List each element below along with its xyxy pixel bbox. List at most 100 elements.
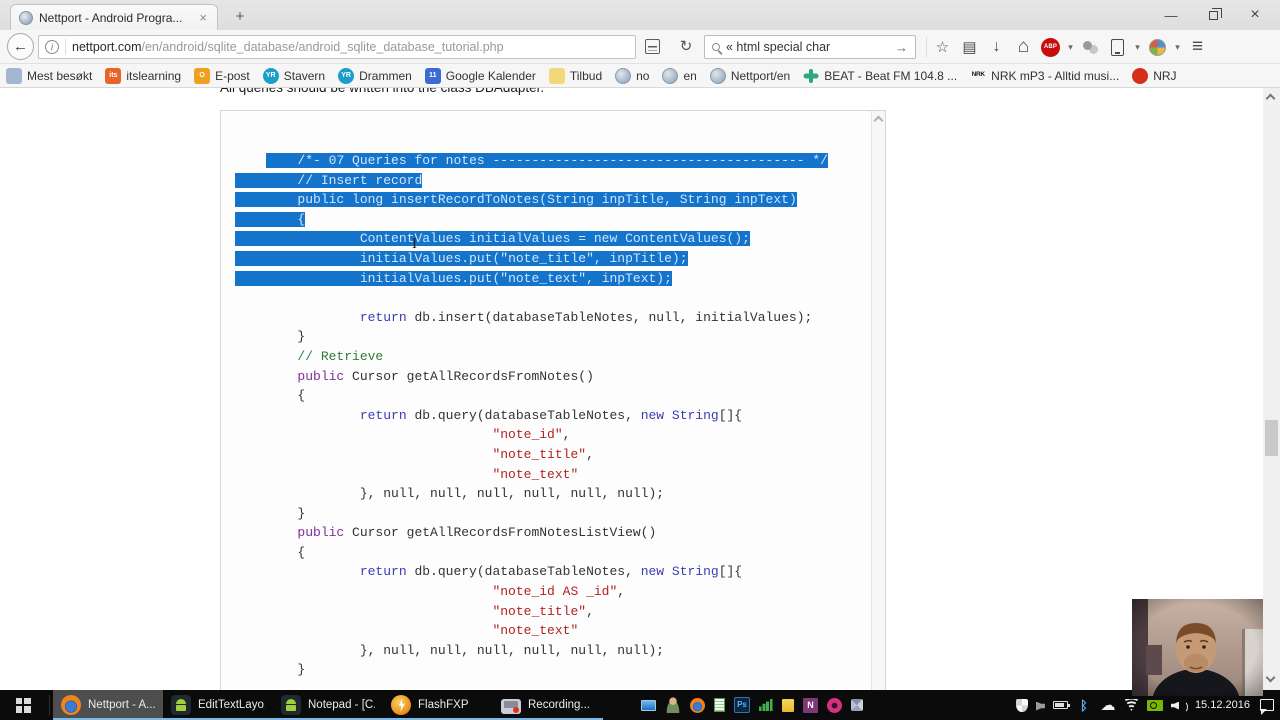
bookmark-item[interactable]: YR Stavern xyxy=(262,67,325,84)
bookmark-label: E-post xyxy=(215,68,250,83)
back-button[interactable]: ← xyxy=(7,33,34,60)
refresh-button[interactable]: ↻ xyxy=(674,35,698,59)
notepad-tray-icon[interactable] xyxy=(714,698,725,712)
recording-icon xyxy=(501,698,521,714)
flashfxp-icon xyxy=(391,695,411,715)
screenshot-tool-icon-shape xyxy=(1111,38,1124,56)
action-center-icon[interactable] xyxy=(1260,699,1274,715)
bookmark-star-icon[interactable]: ☆ xyxy=(929,34,956,61)
outlook-icon: O xyxy=(194,67,211,84)
sticky-note-icon[interactable] xyxy=(782,698,794,712)
code-line: "note_title", xyxy=(492,603,594,619)
screenshot-tool-icon[interactable] xyxy=(1104,34,1131,61)
reader-mode-icon[interactable] xyxy=(645,39,660,54)
defender-shield-icon[interactable] xyxy=(1015,698,1028,712)
firefox-tray-icon[interactable] xyxy=(690,697,705,713)
taskbar-app-nettport-a[interactable]: Nettport - A... xyxy=(53,690,163,720)
volume-icon[interactable] xyxy=(1171,699,1188,713)
bookmark-item[interactable]: O E-post xyxy=(194,67,250,84)
downloads-icon[interactable]: ↓ xyxy=(983,34,1010,61)
onenote-icon[interactable]: N xyxy=(803,697,818,713)
search-go-icon[interactable]: → xyxy=(895,40,908,55)
site-info-icon[interactable]: i xyxy=(45,40,59,54)
code-line: "note_title", xyxy=(492,446,594,462)
code-line: "note_text" xyxy=(492,466,579,482)
taskbar-middle-icons: Ps N xyxy=(641,697,863,713)
translate-globe-icon[interactable] xyxy=(1144,34,1171,61)
bookmark-item[interactable]: no xyxy=(615,67,649,84)
url-bar[interactable]: i nettport.com/en/android/sqlite_databas… xyxy=(38,35,636,59)
adblock-plus-icon[interactable]: ABP xyxy=(1037,34,1064,61)
bookmark-item[interactable]: its itslearning xyxy=(105,67,181,84)
ghostery-icon-shape xyxy=(1083,40,1092,50)
selected-text: // Insert record xyxy=(235,172,423,188)
audio-device-icon[interactable] xyxy=(1035,701,1045,711)
search-input[interactable]: « html special char → xyxy=(704,35,916,59)
scroll-down-icon[interactable] xyxy=(1265,672,1276,683)
bookmark-item[interactable]: Mest besøkt xyxy=(6,67,92,84)
photoshop-icon[interactable]: Ps xyxy=(734,697,750,713)
menu-icon[interactable]: ≡ xyxy=(1184,34,1211,61)
adblock-caret-icon[interactable]: ▾ xyxy=(1064,34,1077,61)
code-scroll-up-icon[interactable] xyxy=(873,115,884,126)
onedrive-cloud-icon[interactable]: ☁ xyxy=(1100,697,1116,713)
bookmark-item[interactable]: BEAT - Beat FM 104.8 ... xyxy=(803,68,957,84)
scroll-up-icon[interactable] xyxy=(1265,93,1276,104)
minimize-button[interactable]: — xyxy=(1150,0,1192,30)
bookmark-item[interactable]: en xyxy=(662,67,697,84)
nrj-icon xyxy=(1132,67,1149,84)
remote-monitor-icon[interactable] xyxy=(641,699,656,711)
translate-caret-icon[interactable]: ▾ xyxy=(1171,34,1184,61)
bookmark-item[interactable]: YR Drammen xyxy=(338,67,412,84)
bookmark-item[interactable]: 11 Google Kalender xyxy=(424,67,536,84)
wifi-icon[interactable] xyxy=(1123,699,1139,711)
signal-bars-icon[interactable] xyxy=(759,699,773,711)
taskbar-app-recording[interactable]: Recording... xyxy=(493,690,603,720)
selected-text: /*- 07 Queries for notes ---------------… xyxy=(266,153,828,168)
restore-button[interactable] xyxy=(1192,0,1234,30)
bookmark-item[interactable]: NRJ xyxy=(1132,67,1177,84)
bookmark-label: Google Kalender xyxy=(445,68,536,83)
code-line: } xyxy=(297,329,306,345)
bluetooth-icon[interactable]: ᛒ xyxy=(1076,697,1092,713)
code-area[interactable]: /*- 07 Queries for notes ---------------… xyxy=(221,111,871,680)
selected-text: public long insertRecordToNotes(String i… xyxy=(235,192,797,208)
battery-icon[interactable] xyxy=(1052,701,1070,709)
bookmark-item[interactable]: Tilbud xyxy=(548,67,602,84)
page-heading: All queries should be written into the c… xyxy=(220,88,544,95)
folder-icon xyxy=(548,67,565,84)
taskbar-app-label: EditTextLayo... xyxy=(198,699,265,711)
cube-app-icon[interactable] xyxy=(851,699,863,711)
ghostery-icon[interactable] xyxy=(1077,34,1104,61)
browser-tab[interactable]: Nettport - Android Progra... × xyxy=(10,4,218,30)
scrollbar-thumb[interactable] xyxy=(1265,420,1278,456)
nvidia-icon[interactable] xyxy=(1146,699,1163,711)
code-line: { xyxy=(235,210,871,230)
screenshot-caret-icon[interactable]: ▾ xyxy=(1131,34,1144,61)
recorder-tray-icon[interactable] xyxy=(827,697,842,713)
code-line: } xyxy=(297,662,306,678)
bookmark-item[interactable]: Nettport/en xyxy=(709,67,790,84)
adblock-plus-icon-badge: ABP xyxy=(1041,37,1060,57)
bookmark-label: NRJ xyxy=(1153,68,1177,83)
code-block: /*- 07 Queries for notes ---------------… xyxy=(220,110,886,690)
taskbar-app-notepad-c[interactable]: Notepad - [C... xyxy=(273,690,383,720)
taskbar-clock-date[interactable]: 15.12.2016 xyxy=(1195,699,1250,711)
taskbar-app-edittextlayo[interactable]: EditTextLayo... xyxy=(163,690,273,720)
bookmarks-bar: Mest besøkt its itslearning O E-post YR Staver… xyxy=(0,64,1280,88)
bookmark-item[interactable]: NRK NRK mP3 - Alltid musi... xyxy=(970,68,1120,84)
webcam-video xyxy=(1132,599,1263,696)
start-button[interactable] xyxy=(0,690,46,720)
contacts-icon[interactable] xyxy=(665,697,681,713)
code-line: }, null, null, null, null, null, null); xyxy=(359,486,665,502)
page-scrollbar[interactable] xyxy=(1263,88,1280,690)
home-icon[interactable]: ⌂ xyxy=(1010,34,1037,61)
google-calendar-icon: 11 xyxy=(424,67,441,84)
taskbar-app-flashfxp[interactable]: FlashFXP xyxy=(383,690,493,720)
code-scrollbar[interactable] xyxy=(871,111,885,690)
tab-close-icon[interactable]: × xyxy=(197,10,209,25)
close-button[interactable]: × xyxy=(1234,0,1276,30)
bookmarks-panel-icon[interactable]: ▤ xyxy=(956,34,983,61)
firefox-icon xyxy=(61,695,81,715)
new-tab-button[interactable]: + xyxy=(228,7,252,27)
